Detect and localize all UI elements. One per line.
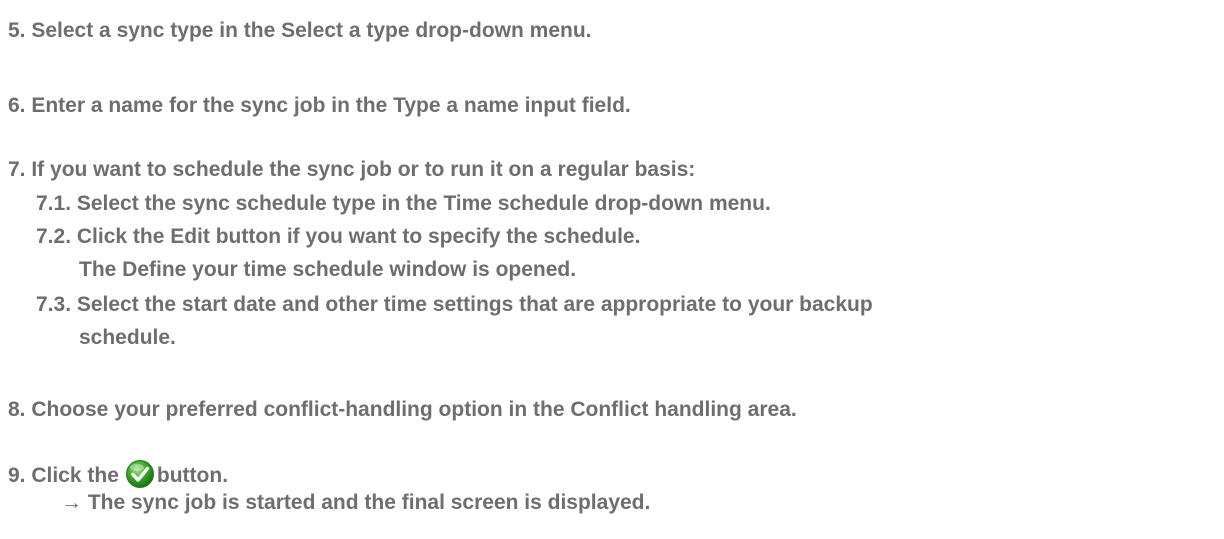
step-7-3: 7.3. Select the start date and other tim… — [36, 293, 873, 316]
step-9: 9. Click the button. — [8, 459, 228, 489]
step-9-suffix: button. — [156, 464, 229, 487]
step-5: 5. Select a sync type in the Select a ty… — [8, 19, 592, 42]
step-6: 6. Enter a name for the sync job in the … — [8, 94, 631, 117]
step-7: 7. If you want to schedule the sync job … — [8, 158, 696, 181]
step-7-2: 7.2. Click the Edit button if you want t… — [36, 225, 641, 248]
green-checkmark-icon — [125, 459, 155, 489]
step-9-result: → The sync job is started and the final … — [61, 491, 651, 514]
step-7-2-note: The Define your time schedule window is … — [79, 258, 577, 281]
step-7-3-continued: schedule. — [79, 326, 176, 349]
step-8: 8. Choose your preferred conflict-handli… — [8, 398, 797, 421]
step-9-prefix: 9. Click the — [8, 464, 119, 487]
step-7-1: 7.1. Select the sync schedule type in th… — [36, 192, 771, 215]
